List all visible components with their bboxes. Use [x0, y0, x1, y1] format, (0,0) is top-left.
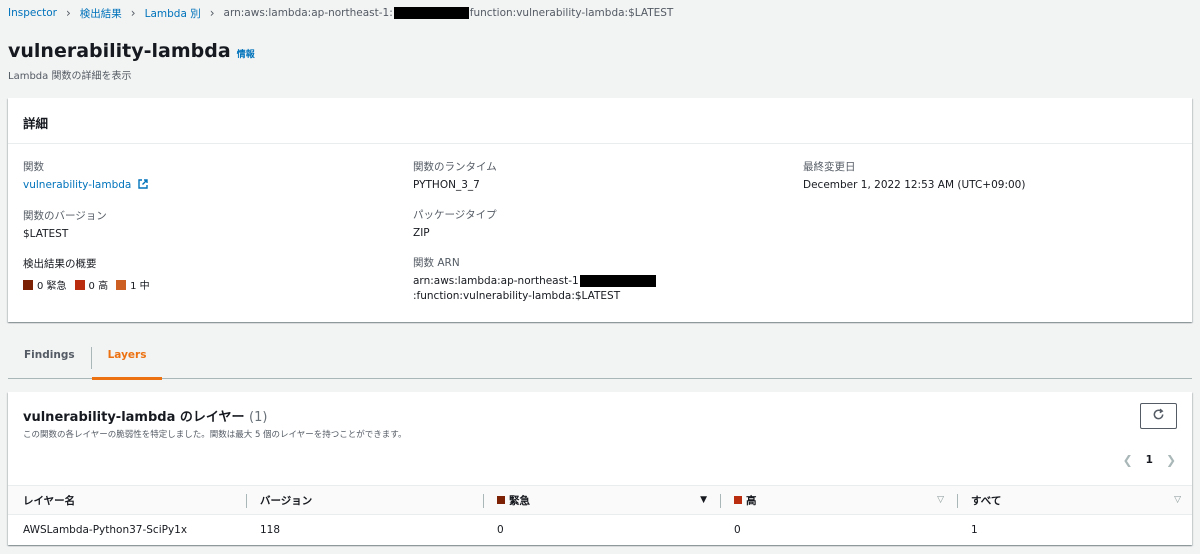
arn-label: 関数 ARN [413, 257, 460, 269]
column-divider [957, 494, 958, 508]
package-type-value: ZIP [413, 227, 430, 239]
runtime-label: 関数のランタイム [413, 161, 497, 173]
severity-medium: 1 中 [116, 277, 150, 292]
column-critical-label: 緊急 [509, 494, 530, 507]
cell-version: 118 [260, 524, 281, 536]
tab-bar: Findings Layers [8, 340, 1192, 380]
last-modified-label: 最終変更日 [803, 161, 856, 173]
version-label: 関数のバージョン [23, 210, 107, 222]
details-column-2: 関数のランタイム PYTHON_3_7 パッケージタイプ ZIP 関数 ARN … [413, 160, 773, 319]
column-layer-name[interactable]: レイヤー名 [23, 486, 233, 514]
tab-layers[interactable]: Layers [91, 340, 163, 380]
refresh-icon [1152, 408, 1165, 424]
info-link[interactable]: 情報 [237, 47, 255, 60]
function-field: 関数 vulnerability-lambda [23, 160, 383, 194]
version-value: $LATEST [23, 228, 69, 240]
pagination: ❮ 1 ❯ [1123, 453, 1176, 467]
breadcrumb-current-suffix: function:vulnerability-lambda:$LATEST [469, 7, 674, 19]
table-row: AWSLambda-Python37-SciPy1x 118 0 0 1 [8, 515, 1192, 545]
page-number[interactable]: 1 [1146, 454, 1153, 466]
column-divider [483, 494, 484, 508]
tab-findings[interactable]: Findings [8, 340, 91, 378]
findings-summary-label: 検出結果の概要 [23, 258, 97, 270]
severity-medium-label: 1 中 [130, 281, 150, 292]
column-layer-name-label: レイヤー名 [23, 494, 76, 507]
function-link[interactable]: vulnerability-lambda [23, 179, 131, 191]
details-column-3: 最終変更日 December 1, 2022 12:53 AM (UTC+09:… [803, 160, 1163, 208]
severity-critical-label: 0 緊急 [37, 281, 67, 292]
chevron-right-icon: › [209, 6, 215, 20]
page-title: vulnerability-lambda [8, 40, 231, 62]
chevron-right-icon[interactable]: ❯ [1166, 453, 1176, 467]
sort-caret-icon[interactable]: ▼ [700, 495, 707, 505]
runtime-value: PYTHON_3_7 [413, 179, 480, 191]
breadcrumb-findings[interactable]: 検出結果 [80, 6, 122, 21]
severity-high: 0 高 [74, 277, 109, 292]
cell-all: 1 [971, 524, 978, 536]
layers-count: (1) [249, 410, 268, 425]
layers-title: vulnerability-lambda のレイヤー (1) [23, 406, 267, 425]
critical-square-icon [23, 279, 33, 290]
sort-caret-icon[interactable]: ▽ [937, 495, 944, 505]
medium-square-icon [116, 279, 127, 290]
breadcrumb-current-prefix: arn:aws:lambda:ap-northeast-1: [223, 7, 393, 19]
package-type-label: パッケージタイプ [413, 209, 497, 221]
redaction-block [393, 7, 469, 19]
chevron-right-icon: › [130, 6, 136, 20]
package-type-field: パッケージタイプ ZIP [413, 208, 773, 241]
column-divider [720, 494, 721, 508]
details-title: 詳細 [8, 98, 1192, 144]
critical-square-icon [497, 496, 505, 504]
column-critical[interactable]: 緊急 ▼ [483, 486, 707, 514]
column-high[interactable]: 高 ▽ [720, 486, 944, 514]
page-header: vulnerability-lambda 情報 [8, 40, 255, 62]
arn-value: arn:aws:lambda:ap-northeast-1 :function:v… [413, 274, 758, 304]
severity-critical: 0 緊急 [23, 277, 67, 292]
details-panel: 詳細 関数 vulnerability-lambda 関数のバージョン $LAT… [8, 98, 1192, 322]
redaction-block [579, 275, 656, 287]
severity-high-label: 0 高 [88, 281, 109, 292]
column-all-label: すべて [971, 494, 1002, 507]
severity-summary: 0 緊急 0 高 1 中 [23, 277, 383, 292]
cell-high: 0 [734, 524, 741, 536]
findings-summary-field: 検出結果の概要 0 緊急 0 高 1 中 [23, 257, 383, 292]
chevron-left-icon[interactable]: ❮ [1123, 453, 1133, 467]
layers-description: この関数の各レイヤーの脆弱性を特定しました。関数は最大 5 個のレイヤーを持つこ… [23, 430, 407, 440]
layers-title-text: vulnerability-lambda のレイヤー [23, 410, 245, 425]
breadcrumb-current: arn:aws:lambda:ap-northeast-1: function:v… [223, 7, 674, 19]
column-high-label: 高 [746, 494, 757, 507]
arn-suffix: :function:vulnerability-lambda:$LATEST [413, 290, 621, 302]
breadcrumb: Inspector › 検出結果 › Lambda 別 › arn:aws:la… [8, 5, 673, 21]
arn-field: 関数 ARN arn:aws:lambda:ap-northeast-1 :fun… [413, 256, 773, 304]
refresh-button[interactable] [1140, 403, 1177, 429]
breadcrumb-inspector[interactable]: Inspector [8, 7, 57, 19]
details-column-1: 関数 vulnerability-lambda 関数のバージョン $LATEST… [23, 160, 383, 307]
arn-prefix: arn:aws:lambda:ap-northeast-1 [413, 275, 579, 287]
cell-critical: 0 [497, 524, 504, 536]
function-label: 関数 [23, 161, 44, 173]
external-link-icon[interactable] [138, 179, 148, 194]
cell-layer-name: AWSLambda-Python37-SciPy1x [23, 524, 188, 536]
last-modified-value: December 1, 2022 12:53 AM (UTC+09:00) [803, 179, 1026, 191]
column-version[interactable]: バージョン [246, 486, 480, 514]
high-square-icon [74, 279, 85, 290]
runtime-field: 関数のランタイム PYTHON_3_7 [413, 160, 773, 193]
chevron-right-icon: › [65, 6, 71, 20]
function-value: vulnerability-lambda [23, 178, 383, 194]
last-modified-field: 最終変更日 December 1, 2022 12:53 AM (UTC+09:… [803, 160, 1163, 193]
breadcrumb-by-lambda[interactable]: Lambda 別 [145, 6, 201, 21]
sort-caret-icon[interactable]: ▽ [1174, 495, 1181, 505]
column-all[interactable]: すべて ▽ [957, 486, 1181, 514]
column-divider [246, 494, 247, 508]
page-subtitle: Lambda 関数の詳細を表示 [8, 71, 132, 82]
column-version-label: バージョン [260, 494, 313, 507]
version-field: 関数のバージョン $LATEST [23, 209, 383, 242]
layers-panel: vulnerability-lambda のレイヤー (1) この関数の各レイヤ… [8, 392, 1192, 545]
high-square-icon [734, 496, 742, 504]
table-header: レイヤー名 バージョン 緊急 ▼ 高 ▽ すべて ▽ [8, 485, 1192, 515]
